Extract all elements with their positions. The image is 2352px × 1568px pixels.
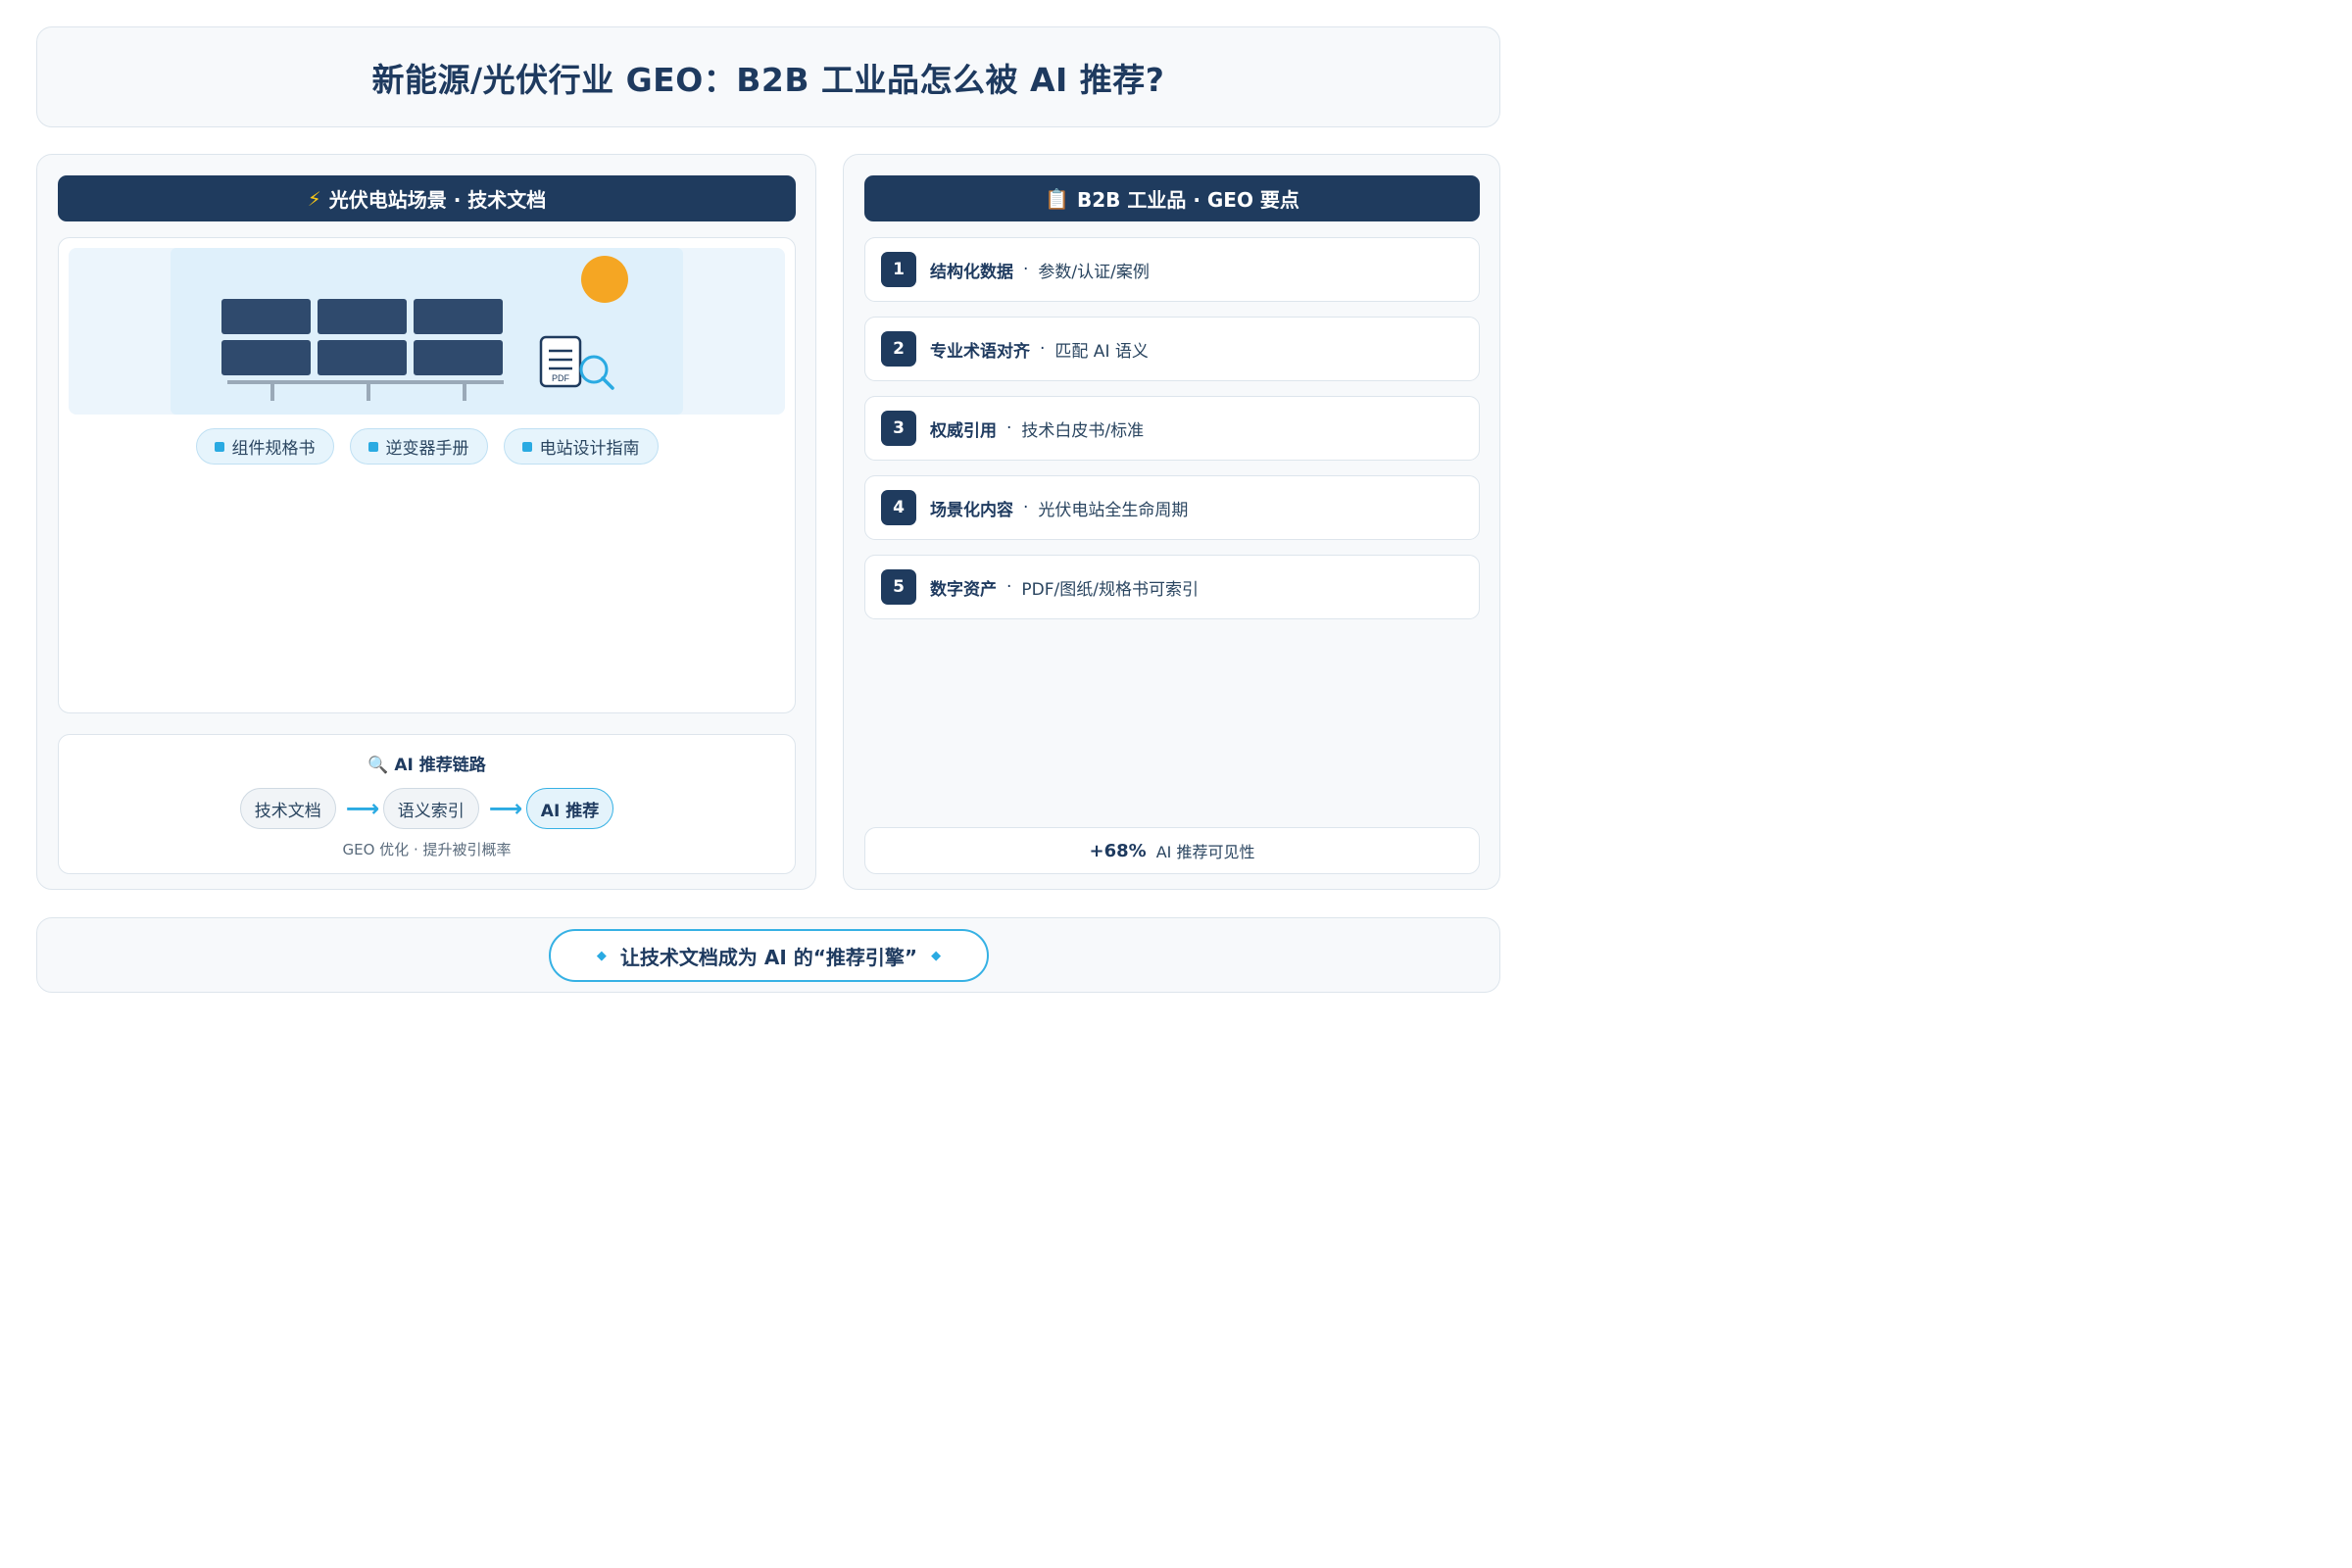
right-panel-header: 📋 B2B 工业品 · GEO 要点 [864, 175, 1480, 221]
square-bullet-icon [368, 441, 378, 452]
geo-point: 1 结构化数据 · 参数/认证/案例 [864, 237, 1480, 302]
doc-tag: 逆变器手册 [349, 428, 488, 465]
doc-tag: 组件规格书 [195, 428, 334, 465]
point-title: 专业术语对齐 [930, 341, 1030, 362]
doc-tag: 电站设计指南 [503, 428, 659, 465]
doc-tags: 组件规格书 逆变器手册 电站设计指南 [59, 428, 795, 465]
pdf-label: PDF [552, 373, 570, 383]
arrow-right-icon: ⟶ [488, 795, 523, 822]
point-title: 数字资产 [930, 579, 997, 600]
separator-dot: · [1040, 339, 1046, 359]
panel-leg [463, 384, 466, 401]
point-title: 场景化内容 [930, 500, 1013, 520]
separator-dot: · [1006, 418, 1012, 438]
chain-note: GEO 优化 · 提升被引概率 [342, 841, 512, 858]
separator-dot: · [1006, 577, 1012, 597]
panel-rail [227, 380, 504, 384]
chain-node-index: 语义索引 [382, 788, 479, 829]
magnifier-icon [579, 355, 614, 390]
clipboard-icon: 📋 [1045, 186, 1069, 211]
title-card: 新能源/光伏行业 GEO：B2B 工业品怎么被 AI 推荐? [36, 26, 1500, 127]
doc-tag-label: 逆变器手册 [385, 439, 469, 459]
solar-panel [414, 299, 503, 334]
footer-card: ◆ 让技术文档成为 AI 的“推荐引擎” ◆ [36, 917, 1500, 993]
diamond-icon: ◆ [596, 948, 607, 963]
page-title: 新能源/光伏行业 GEO：B2B 工业品怎么被 AI 推荐? [371, 60, 1165, 99]
point-number: 2 [881, 331, 916, 367]
square-bullet-icon [214, 441, 224, 452]
stat-box: +68% AI 推荐可见性 [864, 827, 1480, 874]
separator-dot: · [1023, 260, 1029, 279]
doc-tag-label: 组件规格书 [231, 439, 316, 459]
lightning-icon: ⚡ [307, 186, 321, 211]
solar-panel [318, 340, 407, 375]
solar-panel [221, 340, 311, 375]
solar-plant-illustration: PDF [221, 256, 628, 401]
footer-slogan: ◆ 让技术文档成为 AI 的“推荐引擎” ◆ [549, 929, 989, 982]
doc-tag-label: 电站设计指南 [539, 439, 640, 459]
point-desc: 技术白皮书/标准 [1021, 420, 1145, 441]
point-number: 4 [881, 490, 916, 525]
separator-dot: · [1023, 498, 1029, 517]
panel-leg [367, 384, 370, 401]
stat-label: AI 推荐可见性 [1155, 843, 1255, 861]
solar-panel [318, 299, 407, 334]
chain-node-docs: 技术文档 [239, 788, 336, 829]
right-panel-header-label: B2B 工业品 · GEO 要点 [1076, 188, 1299, 212]
left-panel-header: ⚡ 光伏电站场景 · 技术文档 [58, 175, 796, 221]
footer-text: 让技术文档成为 AI 的“推荐引擎” [619, 945, 918, 969]
ai-chain-box: 🔍 AI 推荐链路 技术文档 ⟶ 语义索引 ⟶ AI 推荐 GEO 优化 · 提… [58, 734, 796, 874]
point-title: 结构化数据 [930, 262, 1013, 282]
arrow-right-icon: ⟶ [345, 795, 380, 822]
scene-illustration: PDF [171, 248, 683, 415]
geo-point: 3 权威引用 · 技术白皮书/标准 [864, 396, 1480, 461]
panel-leg [270, 384, 274, 401]
chain-row: 技术文档 ⟶ 语义索引 ⟶ AI 推荐 [59, 788, 795, 829]
point-desc: 匹配 AI 语义 [1054, 341, 1149, 362]
scene-background: PDF [69, 248, 785, 415]
geo-point: 4 场景化内容 · 光伏电站全生命周期 [864, 475, 1480, 540]
point-desc: PDF/图纸/规格书可索引 [1021, 579, 1199, 600]
solar-panel [414, 340, 503, 375]
pdf-document-icon: PDF [539, 335, 582, 388]
point-number: 1 [881, 252, 916, 287]
geo-point: 5 数字资产 · PDF/图纸/规格书可索引 [864, 555, 1480, 619]
diamond-icon: ◆ [931, 948, 942, 963]
chain-node-recommend: AI 推荐 [525, 788, 614, 829]
stat-value: +68% [1089, 840, 1147, 861]
left-panel-header-label: 光伏电站场景 · 技术文档 [328, 188, 547, 212]
point-number: 5 [881, 569, 916, 605]
point-title: 权威引用 [930, 420, 997, 441]
right-panel: 📋 B2B 工业品 · GEO 要点 1 结构化数据 · 参数/认证/案例 2 … [843, 154, 1500, 890]
square-bullet-icon [521, 441, 532, 452]
point-desc: 光伏电站全生命周期 [1038, 500, 1189, 520]
point-number: 3 [881, 411, 916, 446]
scene-box: PDF 组件规格书 逆变器手册 电站设计指南 [58, 237, 796, 713]
point-desc: 参数/认证/案例 [1038, 262, 1150, 282]
solar-panel [221, 299, 311, 334]
left-panel: ⚡ 光伏电站场景 · 技术文档 PDF 组件规格书 逆变器手册 电站设计指南 🔍… [36, 154, 816, 890]
geo-point: 2 专业术语对齐 · 匹配 AI 语义 [864, 317, 1480, 381]
sun-icon [581, 256, 628, 303]
chain-title: 🔍 AI 推荐链路 [368, 756, 486, 775]
